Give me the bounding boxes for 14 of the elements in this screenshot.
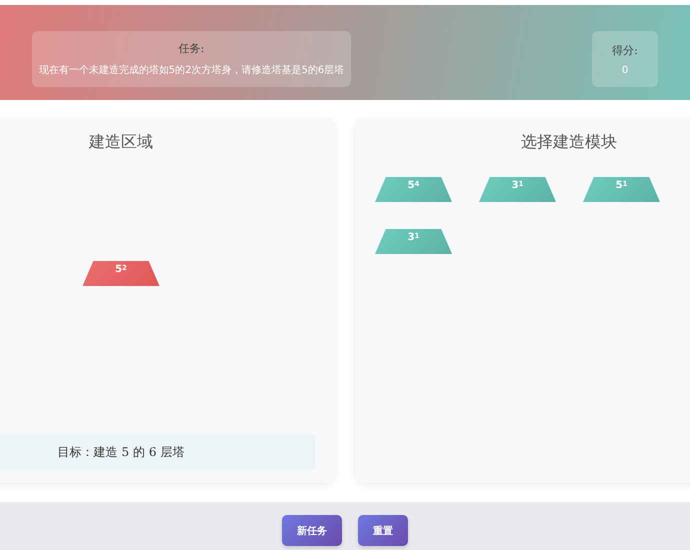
module-block[interactable]: 5$^{4}$ [375,177,452,202]
module-block[interactable]: 3$^{1}$ [479,177,556,202]
module-block[interactable]: 5$^{1}$ [583,177,660,202]
new-task-button[interactable]: 新任务 [282,515,342,546]
score-value: 0 [622,64,628,76]
score-label: 得分: [612,42,638,58]
tower-block[interactable]: 5$^{2}$ [82,261,160,286]
task-text: 现在有一个未建造完成的塔如5的2次方塔身，请修造塔基是5的6层塔 [38,64,344,77]
task-label: 任务: [178,41,204,56]
module-block[interactable]: 3$^{1}$ [375,229,452,254]
reset-button[interactable]: 重置 [358,515,408,546]
panel-title: 选择建造模块 [521,132,617,153]
goal-text: 目标：建造 5 的 6 层塔 [0,434,315,470]
panel-title: 建造区域 [89,132,153,153]
